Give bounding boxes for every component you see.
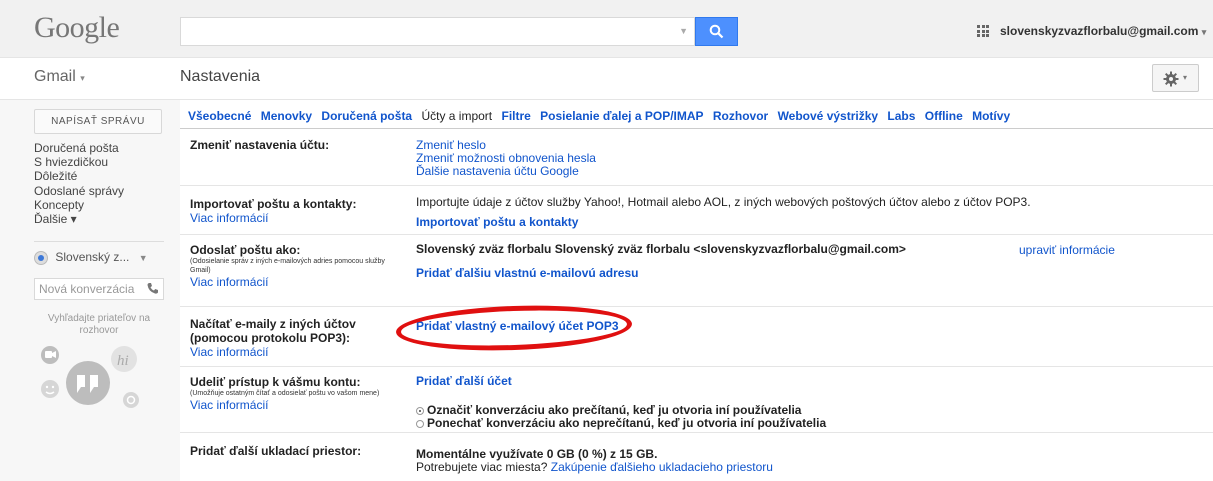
send-as-label: Odoslať poštu ako: [190,243,301,257]
chevron-down-icon: ▾ [1183,73,1188,82]
tab-offline[interactable]: Offline [925,109,963,123]
radio-selected[interactable] [416,406,424,415]
learn-more-link[interactable]: Viac informácií [190,345,356,359]
row-label: Načítať e-maily z iných účtov (pomocou p… [190,317,356,359]
compose-button[interactable]: NAPÍSAŤ SPRÁVU [34,109,162,134]
storage-question: Potrebujete viac miesta? [416,460,548,474]
svg-text:hi: hi [117,353,129,369]
settings-row-check-mail: Načítať e-maily z iných účtov (pomocou p… [180,307,1213,367]
page-title: Nastavenia [180,68,261,85]
check-mail-sublabel: (pomocou protokolu POP3): [190,331,350,345]
tab-themes[interactable]: Motívy [972,109,1010,123]
settings-tabs: Všeobecné Menovky Doručená pošta Účty a … [188,109,1016,123]
chevron-down-icon: ▾ [1201,27,1207,37]
settings-row-storage: Pridať ďalší ukladací priestor: Momentál… [180,433,1213,481]
sidebar-item-important[interactable]: Dôležité [34,169,124,183]
apps-grid-icon[interactable] [977,25,989,37]
learn-more-link[interactable]: Viac informácií [190,398,390,412]
hangouts-user-name: Slovenský z... [55,250,130,264]
tab-chat[interactable]: Rozhovor [713,109,768,123]
sidebar-item-drafts[interactable]: Koncepty [34,198,124,212]
gear-icon [1163,71,1179,87]
search-icon [709,24,724,39]
settings-row-grant-access: Udeliť prístup k vášmu kontu: (Umožňuje … [180,367,1213,433]
tab-labs[interactable]: Labs [887,109,915,123]
hangouts-hint: Vyhľadajte priateľov na rozhovor [47,313,151,336]
top-bar: Google ▼ slovenskyzvazflorbalu@gmail.com… [0,0,1213,58]
tab-accounts-import[interactable]: Účty a import [421,109,492,123]
send-as-description: (Odosielanie správ z iných e-mailových a… [190,258,385,274]
add-another-account-link[interactable]: Pridať ďalší účet [416,375,826,388]
tab-general[interactable]: Všeobecné [188,109,251,123]
sidebar-item-sent[interactable]: Odoslané správy [34,184,124,198]
row-label: Zmeniť nastavenia účtu: [190,138,330,152]
tab-forwarding-pop-imap[interactable]: Posielanie ďalej a POP/IMAP [540,109,703,123]
folder-list: Doručená pošta S hviezdičkou Dôležité Od… [34,141,124,226]
phone-icon[interactable] [146,282,159,295]
settings-row-import: Importovať poštu a kontakty: Viac inform… [180,186,1213,235]
tab-filters[interactable]: Filtre [501,109,530,123]
settings-row-change-account: Zmeniť nastavenia účtu: Zmeniť heslo Zme… [180,129,1213,186]
hangouts-illustration: hi [41,346,139,408]
import-description: Importujte údaje z účtov služby Yahoo!, … [416,195,1031,209]
sub-bar: Gmail ▾ Nastavenia ▾ [0,58,1213,100]
google-account-settings-link[interactable]: Ďalšie nastavenia účtu Google [416,165,596,178]
sidebar-item-starred[interactable]: S hviezdičkou [34,155,124,169]
sidebar-item-more[interactable]: Ďalšie ▾ [34,212,124,226]
settings-button[interactable]: ▾ [1152,64,1199,92]
search-options-icon[interactable]: ▼ [679,26,688,36]
import-mail-link[interactable]: Importovať poštu a kontakty [416,216,1031,229]
row-label: Pridať ďalší ukladací priestor: [190,444,362,458]
row-label: Importovať poštu a kontakty: Viac inform… [190,197,356,225]
radio-unselected[interactable] [416,419,424,428]
hangouts-user-menu[interactable]: Slovenský z... ▼ [34,250,148,265]
new-conversation-input[interactable]: Nová konverzácia [34,278,164,300]
buy-storage-link[interactable]: Zakúpenie ďalšieho ukladacieho priestoru [551,460,773,474]
search-button[interactable] [695,17,738,46]
chevron-down-icon: ▼ [138,253,148,263]
google-logo[interactable]: Google [34,11,120,45]
tab-inbox[interactable]: Doručená pošta [321,109,412,123]
tab-labels[interactable]: Menovky [261,109,312,123]
import-label: Importovať poštu a kontakty: [190,197,357,211]
row-value: Pridať ďalší účet Označiť konverzáciu ak… [416,375,826,430]
row-value: Momentálne využívate 0 GB (0 %) z 15 GB.… [416,448,773,474]
leave-unread-option[interactable]: Ponechať konverzáciu ako neprečítanú, ke… [416,417,826,430]
search-input[interactable]: ▼ [180,17,695,46]
app-switcher[interactable]: Gmail ▾ [34,68,85,86]
row-value: Importujte údaje z účtov služby Yahoo!, … [416,196,1031,229]
tab-web-clips[interactable]: Webové výstrižky [778,109,879,123]
sidebar-item-inbox[interactable]: Doručená pošta [34,141,124,155]
mark-read-label: Označiť konverzáciu ako prečítanú, keď j… [427,403,802,417]
new-conversation-placeholder: Nová konverzácia [39,282,135,296]
chevron-down-icon: ▾ [80,73,85,83]
learn-more-link[interactable]: Viac informácií [190,211,356,225]
app-switcher-label: Gmail [34,68,76,85]
add-email-address-link[interactable]: Pridať ďalšiu vlastnú e-mailovú adresu [416,267,906,280]
row-label: Odoslať poštu ako: (Odosielanie správ z … [190,243,390,289]
settings-panel: Všeobecné Menovky Doručená pošta Účty a … [180,100,1213,481]
grant-access-description: (Umožňuje ostatným čítať a odosielať poš… [190,390,380,397]
leave-unread-label: Ponechať konverzáciu ako neprečítanú, ke… [427,416,827,430]
row-value: Zmeniť heslo Zmeniť možnosti obnovenia h… [416,139,596,178]
account-email: slovenskyzvazflorbalu@gmail.com [1000,24,1199,38]
settings-row-send-as: Odoslať poštu ako: (Odosielanie správ z … [180,235,1213,307]
check-mail-label: Načítať e-maily z iných účtov [190,317,356,331]
hangouts-avatar-icon [34,250,48,265]
left-sidebar: NAPÍSAŤ SPRÁVU Doručená pošta S hviezdič… [0,100,180,481]
send-as-identity: Slovenský zväz florbalu Slovenský zväz f… [416,242,906,256]
account-menu[interactable]: slovenskyzvazflorbalu@gmail.com ▾ [1000,24,1206,38]
learn-more-link[interactable]: Viac informácií [190,275,390,289]
sidebar-divider [34,241,164,242]
edit-info-link[interactable]: upraviť informácie [1019,243,1115,257]
row-value: Slovenský zväz florbalu Slovenský zväz f… [416,243,906,280]
grant-access-label: Udeliť prístup k vášmu kontu: [190,375,361,389]
row-label: Udeliť prístup k vášmu kontu: (Umožňuje … [190,375,390,412]
